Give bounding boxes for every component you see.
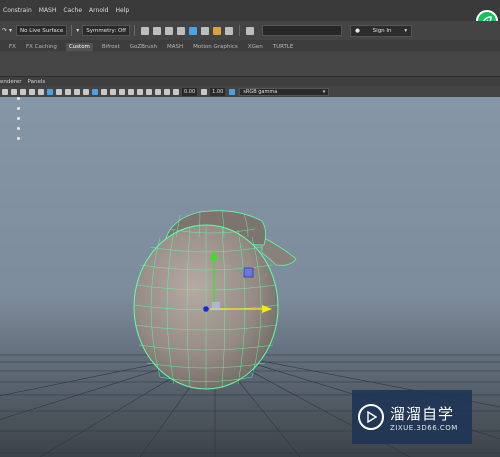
view-axis-dots bbox=[17, 97, 21, 147]
shadows-icon[interactable] bbox=[91, 88, 98, 95]
exposure-icon[interactable] bbox=[172, 88, 179, 95]
grid-icon[interactable] bbox=[1, 88, 8, 95]
menu-renderer[interactable]: enderer bbox=[0, 79, 22, 85]
colorspace-select[interactable]: sRGB gamma ▾ bbox=[239, 87, 330, 96]
isolate-select-icon[interactable] bbox=[136, 88, 143, 95]
gate-mask-icon[interactable] bbox=[28, 88, 35, 95]
tab-motion-graphics[interactable]: Motion Graphics bbox=[192, 44, 239, 51]
arnold-icon[interactable] bbox=[213, 26, 222, 35]
color-management-icon[interactable] bbox=[228, 88, 235, 95]
dot bbox=[17, 127, 20, 130]
gamma-field[interactable]: 1.00 bbox=[210, 87, 226, 96]
menu-mash[interactable]: MASH bbox=[39, 7, 57, 14]
toolbar-divider bbox=[134, 25, 136, 36]
menu-arnold[interactable]: Arnold bbox=[89, 7, 108, 14]
dot bbox=[17, 137, 20, 140]
pivot-point bbox=[203, 306, 209, 312]
render-settings-icon[interactable] bbox=[177, 26, 186, 35]
main-menubar: Constrain MASH Cache Arnold Help bbox=[0, 0, 500, 21]
wireframe-on-shaded-icon[interactable] bbox=[64, 88, 71, 95]
center-handle bbox=[212, 302, 220, 310]
hypershade-icon[interactable] bbox=[189, 26, 198, 35]
chevron-down-icon: ▾ bbox=[322, 88, 326, 95]
input-mode-icon[interactable] bbox=[246, 26, 255, 35]
ipr-render-icon[interactable] bbox=[165, 26, 174, 35]
lights-icon[interactable] bbox=[82, 88, 89, 95]
menu-help[interactable]: Help bbox=[115, 7, 129, 14]
dot bbox=[17, 117, 20, 120]
menu-cache[interactable]: Cache bbox=[63, 7, 82, 14]
live-surface-field[interactable]: No Live Surface bbox=[16, 25, 68, 36]
perspective-viewport[interactable]: 溜溜自学 ZIXUE.3D66.COM bbox=[0, 97, 500, 457]
watermark-url: ZIXUE.3D66.COM bbox=[390, 423, 458, 432]
render-sequence-icon[interactable] bbox=[153, 26, 162, 35]
sign-in-label: Sign In bbox=[372, 27, 392, 34]
panel-toolbar: 0.00 1.00 sRGB gamma ▾ bbox=[0, 86, 500, 97]
resolution-gate-icon[interactable] bbox=[19, 88, 26, 95]
depth-of-field-icon[interactable] bbox=[127, 88, 134, 95]
dot bbox=[17, 107, 20, 110]
plane-handle bbox=[243, 267, 254, 278]
panel-menubar: enderer Panels bbox=[0, 77, 500, 86]
render-icon[interactable] bbox=[141, 26, 150, 35]
shelf-content bbox=[0, 51, 500, 77]
gamma-icon[interactable] bbox=[200, 88, 207, 95]
pause-icon[interactable] bbox=[225, 26, 234, 35]
toolbar-divider bbox=[71, 25, 73, 36]
textured-icon[interactable] bbox=[73, 88, 80, 95]
tab-fx-caching[interactable]: FX Caching bbox=[25, 44, 58, 51]
menu-panels[interactable]: Panels bbox=[28, 79, 46, 85]
play-icon bbox=[358, 404, 384, 430]
menu-constrain[interactable]: Constrain bbox=[3, 7, 32, 14]
wireframe-icon[interactable] bbox=[46, 88, 53, 95]
colorspace-value: sRGB gamma bbox=[243, 88, 278, 95]
shelf-tabs: FX FX Caching Custom Bifrost GoZBrush MA… bbox=[0, 40, 500, 51]
watermark-title: 溜溜自学 bbox=[390, 404, 455, 423]
tab-mash[interactable]: MASH bbox=[166, 44, 184, 51]
xray-joints-icon[interactable] bbox=[154, 88, 161, 95]
user-icon: ● bbox=[355, 27, 360, 34]
chevron-down-icon[interactable]: ▾ bbox=[9, 27, 12, 34]
symmetry-field[interactable]: Symmetry: Off bbox=[82, 25, 131, 36]
command-field[interactable] bbox=[262, 25, 343, 36]
tab-fx[interactable]: FX bbox=[8, 44, 17, 51]
curve-icon[interactable]: ↷ bbox=[2, 27, 7, 34]
tab-bifrost[interactable]: Bifrost bbox=[101, 44, 121, 51]
toolbar-divider bbox=[239, 25, 241, 36]
xray-icon[interactable] bbox=[145, 88, 152, 95]
tab-gozbrush[interactable]: GoZBrush bbox=[129, 44, 158, 51]
chevron-down-icon[interactable]: ▾ bbox=[76, 27, 79, 34]
render-view-icon[interactable] bbox=[201, 26, 210, 35]
tab-custom[interactable]: Custom bbox=[65, 43, 93, 51]
ambient-occlusion-icon[interactable] bbox=[100, 88, 107, 95]
dot bbox=[17, 97, 20, 100]
chevron-down-icon: ▾ bbox=[404, 27, 408, 34]
motion-blur-icon[interactable] bbox=[109, 88, 116, 95]
tab-xgen[interactable]: XGen bbox=[247, 44, 264, 51]
film-gate-icon[interactable] bbox=[10, 88, 17, 95]
anti-aliasing-icon[interactable] bbox=[118, 88, 125, 95]
tab-turtle[interactable]: TURTLE bbox=[272, 44, 295, 51]
watermark: 溜溜自学 ZIXUE.3D66.COM bbox=[352, 390, 472, 444]
field-chart-icon[interactable] bbox=[37, 88, 44, 95]
exposure-field[interactable]: 0.00 bbox=[182, 87, 198, 96]
status-line: ↷ ▾ No Live Surface ▾ Symmetry: Off ● Si… bbox=[0, 21, 500, 40]
smooth-shade-icon[interactable] bbox=[55, 88, 62, 95]
xray-components-icon[interactable] bbox=[163, 88, 170, 95]
sign-in-button[interactable]: ● Sign In ▾ bbox=[350, 24, 413, 37]
